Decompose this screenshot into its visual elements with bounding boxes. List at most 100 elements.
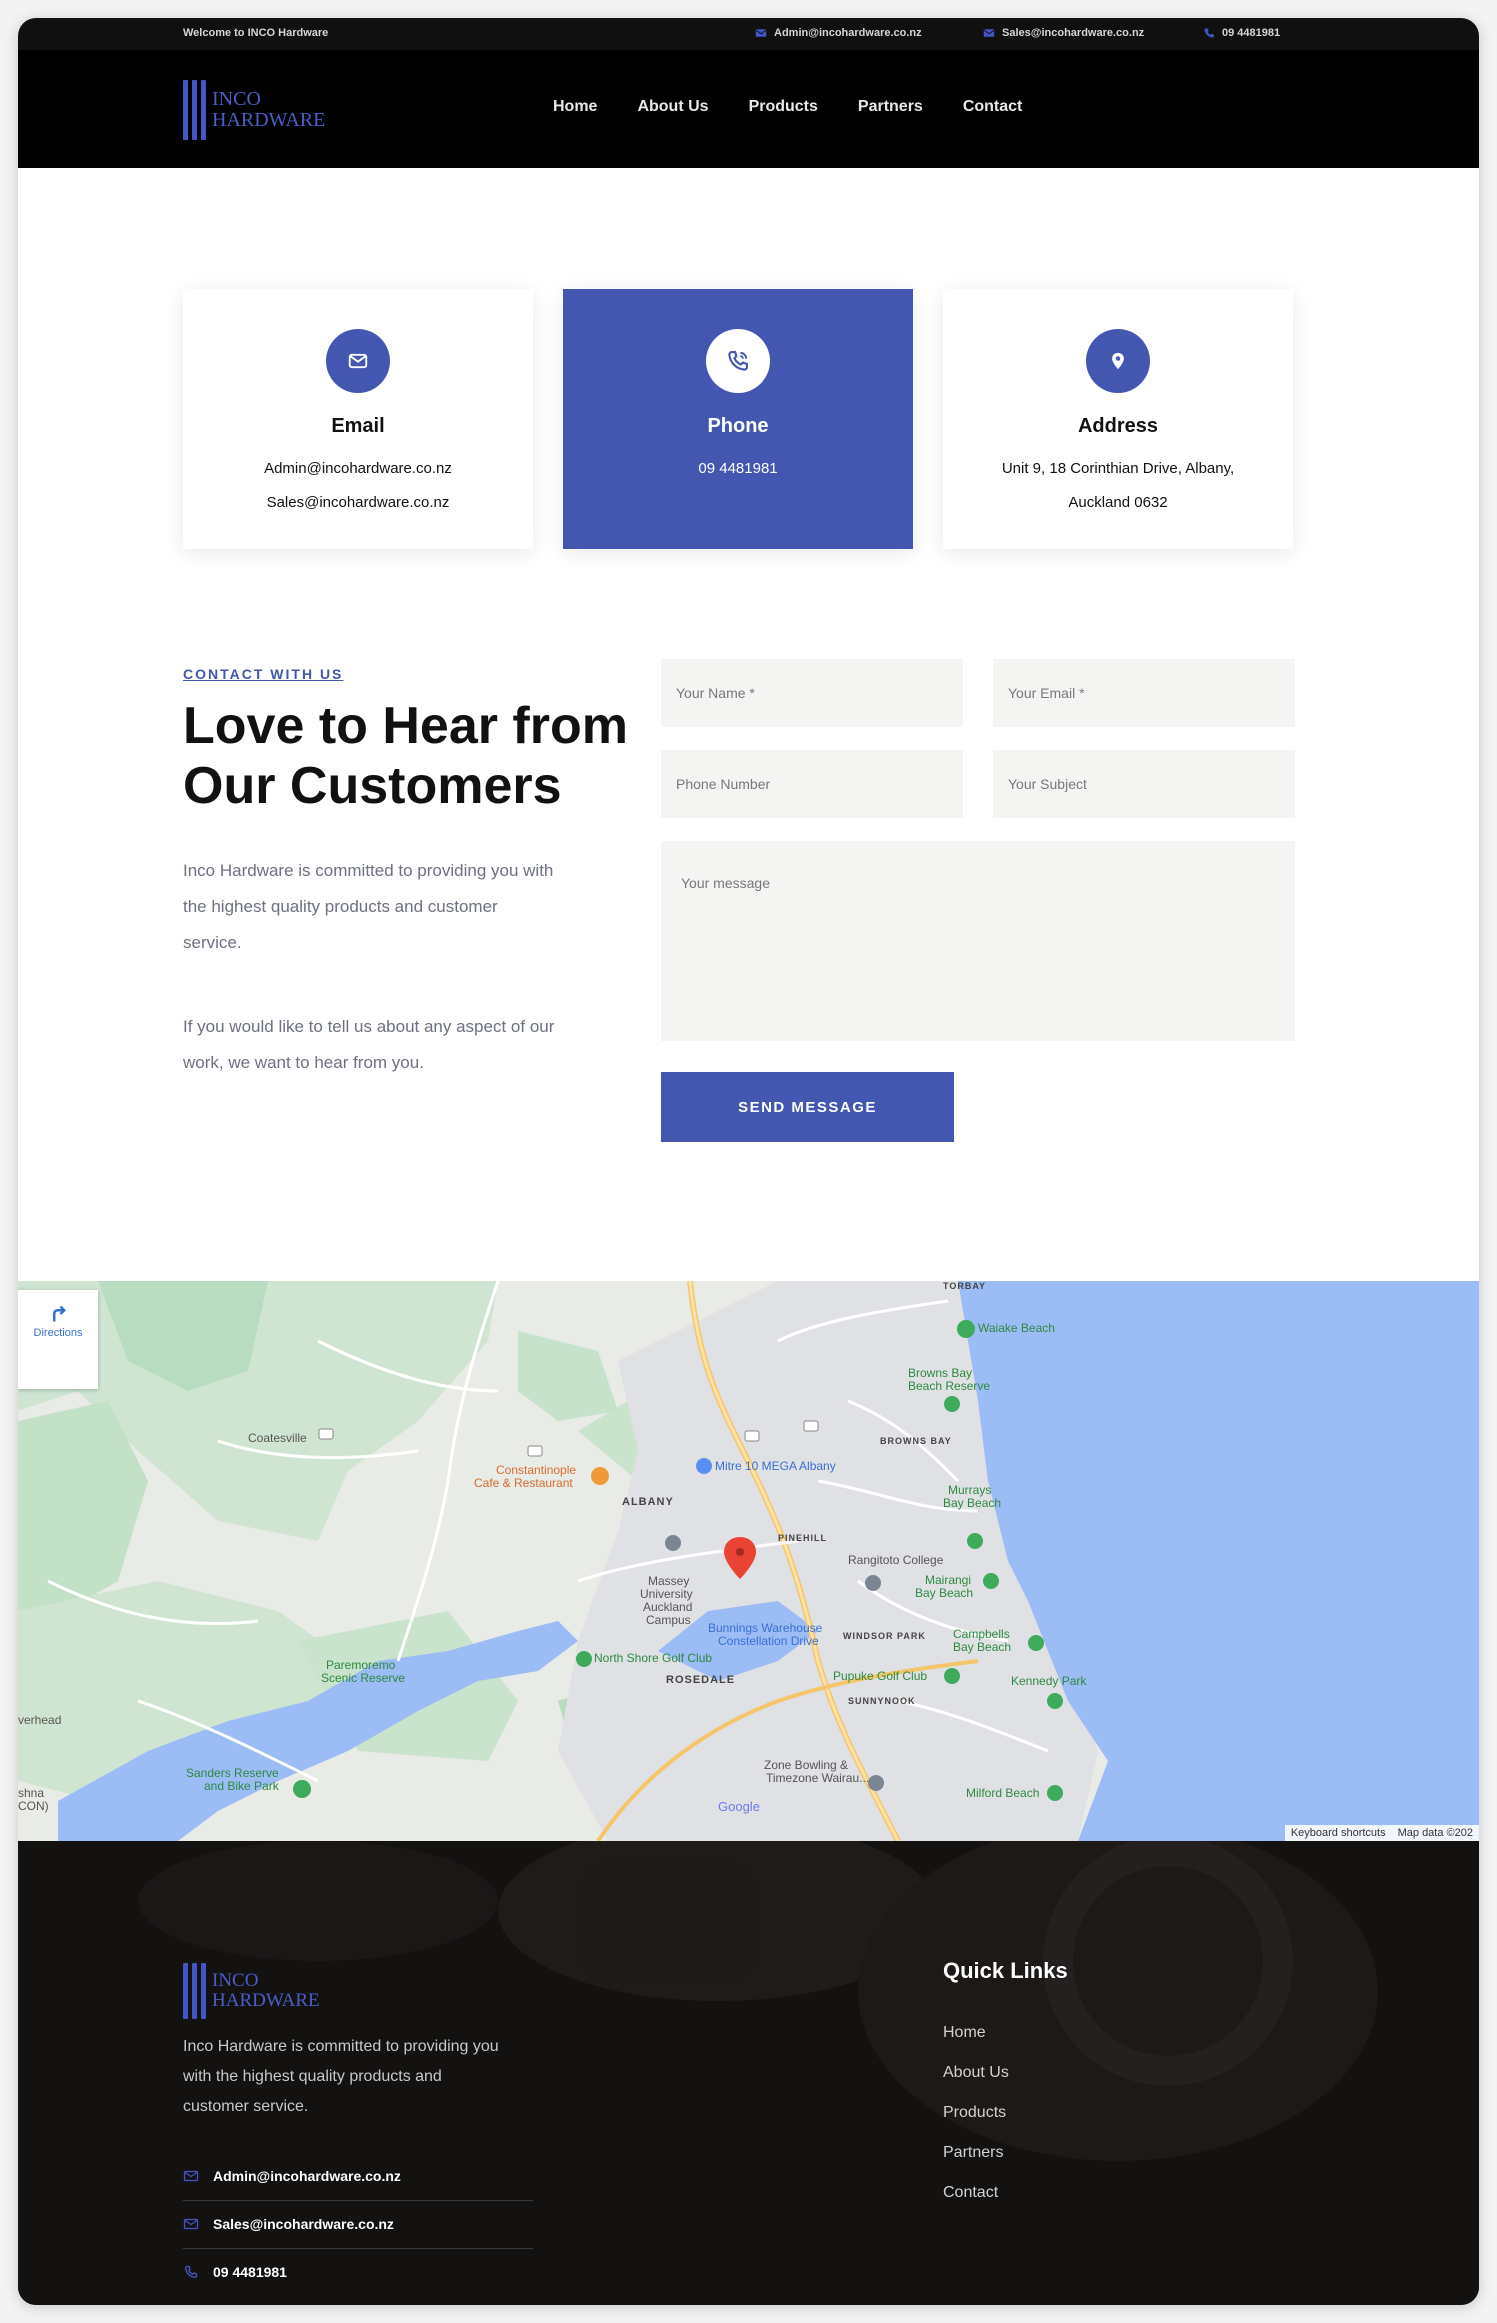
footer-logo-text-hardware: HARDWARE (212, 1990, 320, 2011)
google-logo: Google (718, 1799, 760, 1814)
footer-link-products[interactable]: Products (943, 2104, 1006, 2122)
phone-call-icon (728, 351, 748, 371)
mail-icon (183, 2218, 199, 2230)
contact-title-line1: Love to Hear from (183, 697, 628, 755)
email-input[interactable]: Your Email * (993, 659, 1295, 727)
footer-admin-email[interactable]: Admin@incohardware.co.nz (183, 2168, 401, 2184)
footer-link-home[interactable]: Home (943, 2024, 986, 2042)
map-label-sunnynook: SUNNYNOOK (848, 1696, 916, 1706)
logo-text-inco: INCO (212, 88, 261, 110)
message-textarea[interactable]: Your message (661, 841, 1295, 1041)
map-label-coatesville: Coatesville (248, 1431, 307, 1445)
email-card-sales[interactable]: Sales@incohardware.co.nz (183, 486, 533, 520)
keyboard-shortcuts-link[interactable]: Keyboard shortcuts (1291, 1827, 1386, 1839)
map-label-zone-2: Timezone Wairau... (766, 1771, 870, 1785)
map-label-campbells-1: Campbells (953, 1627, 1010, 1641)
map-label-pupuke: Pupuke Golf Club (833, 1669, 928, 1683)
map-label-sanders-1: Sanders Reserve (186, 1766, 279, 1780)
phone-card-title: Phone (707, 415, 769, 437)
map-label-murrays-1: Murrays (948, 1483, 992, 1497)
map-attribution: Keyboard shortcuts Map data ©202 (1284, 1825, 1479, 1841)
nav-about-us[interactable]: About Us (637, 98, 708, 116)
nav-home[interactable]: Home (553, 98, 597, 116)
top-info-bar: Welcome to INCO Hardware Admin@incohardw… (18, 18, 1479, 50)
send-message-button[interactable]: SEND MESSAGE (661, 1072, 954, 1142)
topbar-sales-email-text: Sales@incohardware.co.nz (1002, 27, 1145, 39)
phone-card-number[interactable]: 09 4481981 (563, 452, 913, 486)
map-label-northshore: North Shore Golf Club (594, 1651, 713, 1665)
footer-about-text: Inco Hardware is committed to providing … (183, 2038, 499, 2115)
footer-logo-mark (183, 1963, 206, 2019)
footer-divider (183, 2248, 533, 2249)
mail-icon (755, 29, 767, 37)
footer-link-about-us[interactable]: About Us (943, 2064, 1009, 2082)
topbar-sales-email[interactable]: Sales@incohardware.co.nz (983, 27, 1144, 39)
topbar-admin-email[interactable]: Admin@incohardware.co.nz (755, 27, 922, 39)
phone-icon (185, 2265, 198, 2278)
directions-icon (53, 1305, 67, 1322)
footer-admin-email-text: Admin@incohardware.co.nz (213, 2168, 401, 2184)
address-card-title: Address (1077, 415, 1159, 437)
map-label-torbay: TORBAY (943, 1281, 987, 1291)
map-label-constantinople-1: Constantinople (496, 1463, 577, 1477)
map-label-browns-bay: BROWNS BAY (880, 1436, 952, 1446)
map-pin-icon (1112, 352, 1124, 370)
browser-page: Welcome to INCO Hardware Admin@incohardw… (18, 18, 1479, 2305)
map-label-campbells-2: Bay Beach (953, 1640, 1012, 1654)
welcome-text: Welcome to INCO Hardware (183, 27, 329, 39)
directions-button[interactable]: Directions (18, 1290, 98, 1389)
map-label-murrays-2: Bay Beach (943, 1496, 1002, 1510)
map-label-massey-1: Massey (648, 1574, 690, 1588)
map-label-rosedale: ROSEDALE (666, 1674, 736, 1686)
footer-phone[interactable]: 09 4481981 (183, 2264, 287, 2280)
map-label-milford: Milford Beach (966, 1786, 1040, 1800)
site-logo[interactable]: INCO HARDWARE (183, 80, 325, 140)
logo-text-hardware: HARDWARE (212, 109, 326, 131)
map-label-pinehill: PINEHILL (778, 1533, 828, 1543)
footer-logo-text-inco: INCO (212, 1970, 259, 1992)
address-card-line1: Unit 9, 18 Corinthian Drive, Albany, (1001, 460, 1235, 477)
phone-card-icon-circle (706, 329, 770, 393)
footer-logo[interactable]: INCO HARDWARE (183, 1963, 320, 2019)
email-card-icon-circle (326, 329, 390, 393)
email-card-admin[interactable]: Admin@incohardware.co.nz (183, 452, 533, 486)
map-label-waiake: Waiake Beach (978, 1321, 1055, 1335)
contact-paragraph-2: If you would like to tell us about any a… (183, 1017, 555, 1072)
address-card-line2: Auckland 0632 (1068, 494, 1168, 511)
envelope-icon (348, 353, 368, 369)
map-label-browns-bay-reserve-1: Browns Bay (908, 1366, 973, 1380)
map-label-mairangi-2: Bay Beach (915, 1586, 974, 1600)
email-card-title: Email (331, 415, 385, 437)
contact-eyebrow: CONTACT WITH US (183, 666, 344, 682)
subject-input[interactable]: Your Subject (993, 750, 1295, 818)
main-nav: Home About Us Products Partners Contact (553, 98, 1022, 116)
nav-partners[interactable]: Partners (858, 98, 923, 116)
map-label-albany: ALBANY (622, 1496, 674, 1508)
footer-link-partners[interactable]: Partners (943, 2144, 1003, 2162)
topbar-phone[interactable]: 09 4481981 (1203, 27, 1280, 39)
map-label-windsor: WINDSOR PARK (843, 1631, 926, 1641)
footer-link-contact[interactable]: Contact (943, 2184, 998, 2202)
mail-icon (983, 29, 995, 37)
phone-input[interactable]: Phone Number (661, 750, 963, 818)
google-map[interactable]: Directions TORBAY Waiake Beach Browns Ba… (18, 1281, 1479, 1841)
footer-phone-text: 09 4481981 (213, 2264, 287, 2280)
contact-title: Love to Hear from Our Customers (183, 696, 663, 816)
map-label-paremoremo-1: Paremoremo (326, 1658, 396, 1672)
nav-products[interactable]: Products (749, 98, 818, 116)
map-label-sanders-2: and Bike Park (204, 1779, 279, 1793)
name-input[interactable]: Your Name * (661, 659, 963, 727)
map-label-massey-3: Auckland (643, 1600, 693, 1614)
map-label-kennedy: Kennedy Park (1011, 1674, 1087, 1688)
footer-sales-email[interactable]: Sales@incohardware.co.nz (183, 2216, 394, 2232)
contact-title-line2: Our Customers (183, 757, 562, 815)
map-label-bunnings-2: Constellation Drive (718, 1634, 819, 1648)
map-base (18, 1281, 1479, 1841)
address-card: Address Unit 9, 18 Corinthian Drive, Alb… (943, 289, 1293, 549)
nav-contact[interactable]: Contact (963, 98, 1023, 116)
logo-mark (183, 80, 206, 140)
map-label-mairangi-1: Mairangi (925, 1573, 972, 1587)
contact-paragraph-1: Inco Hardware is committed to providing … (183, 861, 554, 952)
map-label-constantinople-2: Cafe & Restaurant (474, 1476, 573, 1490)
map-data-text: Map data ©202 (1397, 1827, 1473, 1839)
